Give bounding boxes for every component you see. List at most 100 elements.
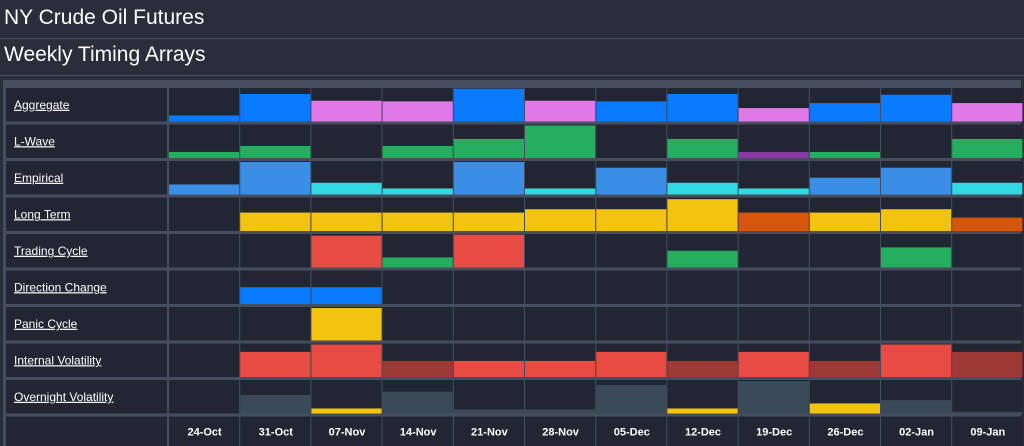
grid-cell (453, 270, 524, 304)
date-tick-label: 26-Dec (827, 427, 863, 439)
row-label[interactable]: Internal Volatility (14, 353, 101, 367)
timing-bar[interactable] (596, 351, 667, 377)
row-label[interactable]: Long Term (14, 207, 70, 221)
timing-bar[interactable] (809, 212, 880, 231)
timing-bar[interactable] (738, 151, 809, 158)
timing-bar[interactable] (453, 360, 524, 377)
grid-cell (240, 307, 311, 341)
timing-bar[interactable] (596, 101, 667, 122)
row-label[interactable]: L-Wave (14, 134, 55, 148)
row-label[interactable]: Empirical (14, 171, 63, 185)
timing-bar[interactable] (311, 182, 382, 195)
timing-bar[interactable] (952, 351, 1023, 377)
grid-cell (525, 234, 596, 268)
timing-bar[interactable] (240, 162, 311, 195)
timing-bar[interactable] (311, 308, 382, 341)
grid-cell (809, 270, 880, 304)
timing-bar[interactable] (382, 101, 453, 122)
timing-bar[interactable] (311, 344, 382, 377)
timing-bar[interactable] (881, 247, 952, 268)
timing-bar[interactable] (240, 145, 311, 158)
timing-bar[interactable] (382, 391, 453, 414)
timing-bar[interactable] (738, 381, 809, 414)
timing-bar[interactable] (738, 188, 809, 195)
timing-bar[interactable] (169, 115, 240, 122)
timing-bar[interactable] (667, 94, 738, 122)
date-tick-label: 31-Oct (259, 427, 294, 439)
timing-bar[interactable] (952, 217, 1023, 231)
timing-bar[interactable] (382, 360, 453, 377)
timing-bar[interactable] (738, 212, 809, 231)
timing-bar[interactable] (169, 151, 240, 158)
row-label[interactable]: Overnight Volatility (14, 390, 113, 404)
timing-bar[interactable] (240, 287, 311, 304)
date-tick-label: 19-Dec (756, 427, 792, 439)
timing-bar[interactable] (240, 351, 311, 377)
timing-bar[interactable] (809, 151, 880, 158)
timing-bar[interactable] (952, 182, 1023, 195)
timing-bar[interactable] (382, 188, 453, 195)
timing-bar[interactable] (809, 403, 880, 414)
timing-bar[interactable] (525, 188, 596, 195)
timing-bar[interactable] (169, 184, 240, 195)
page-subtitle: Weekly Timing Arrays (4, 43, 206, 66)
timing-bar[interactable] (453, 234, 524, 268)
timing-bar[interactable] (881, 167, 952, 195)
timing-bar[interactable] (311, 408, 382, 414)
grid-cell (311, 124, 382, 158)
grid-cell (169, 380, 240, 414)
timing-bar[interactable] (881, 344, 952, 377)
row-label[interactable]: Panic Cycle (14, 317, 78, 331)
timing-bar[interactable] (311, 212, 382, 231)
grid-cell (881, 307, 952, 341)
timing-bar[interactable] (881, 94, 952, 122)
timing-bar[interactable] (525, 100, 596, 122)
timing-bar[interactable] (240, 94, 311, 122)
timing-bar[interactable] (240, 212, 311, 231)
timing-bar[interactable] (596, 167, 667, 195)
timing-bar[interactable] (809, 177, 880, 195)
grid-cell (453, 380, 524, 414)
timing-bar[interactable] (453, 409, 524, 414)
timing-bar[interactable] (738, 108, 809, 122)
timing-bar[interactable] (667, 250, 738, 268)
timing-bar[interactable] (453, 88, 524, 122)
timing-bar[interactable] (667, 408, 738, 414)
timing-bar[interactable] (525, 360, 596, 377)
timing-bar[interactable] (667, 138, 738, 158)
timing-bar[interactable] (596, 209, 667, 231)
grid-cell (952, 270, 1023, 304)
timing-bar[interactable] (667, 182, 738, 195)
timing-bar[interactable] (667, 199, 738, 231)
timing-bar[interactable] (382, 257, 453, 268)
timing-bar[interactable] (809, 103, 880, 122)
timing-bar[interactable] (453, 212, 524, 231)
grid-cell (881, 124, 952, 158)
row-label[interactable]: Direction Change (14, 280, 107, 294)
timing-bar[interactable] (525, 209, 596, 231)
timing-bar[interactable] (311, 287, 382, 304)
timing-bar[interactable] (881, 209, 952, 231)
timing-bar[interactable] (952, 138, 1023, 158)
timing-bar[interactable] (525, 409, 596, 414)
timing-bar[interactable] (667, 360, 738, 377)
timing-bar[interactable] (952, 103, 1023, 122)
timing-bar[interactable] (453, 138, 524, 158)
timing-bar[interactable] (453, 162, 524, 195)
timing-bar[interactable] (311, 235, 382, 268)
timing-bar[interactable] (240, 395, 311, 414)
timing-bar[interactable] (952, 411, 1023, 414)
row-label[interactable]: Aggregate (14, 98, 70, 112)
timing-bar[interactable] (525, 125, 596, 158)
timing-bar[interactable] (881, 400, 952, 414)
grid-cell (738, 234, 809, 268)
grid-cell (667, 270, 738, 304)
timing-bar[interactable] (311, 100, 382, 122)
timing-bar[interactable] (738, 351, 809, 377)
row-label[interactable]: Trading Cycle (14, 244, 88, 258)
page-title: NY Crude Oil Futures (4, 6, 205, 29)
timing-bar[interactable] (809, 360, 880, 377)
timing-bar[interactable] (596, 385, 667, 414)
timing-bar[interactable] (382, 212, 453, 231)
timing-bar[interactable] (382, 145, 453, 158)
